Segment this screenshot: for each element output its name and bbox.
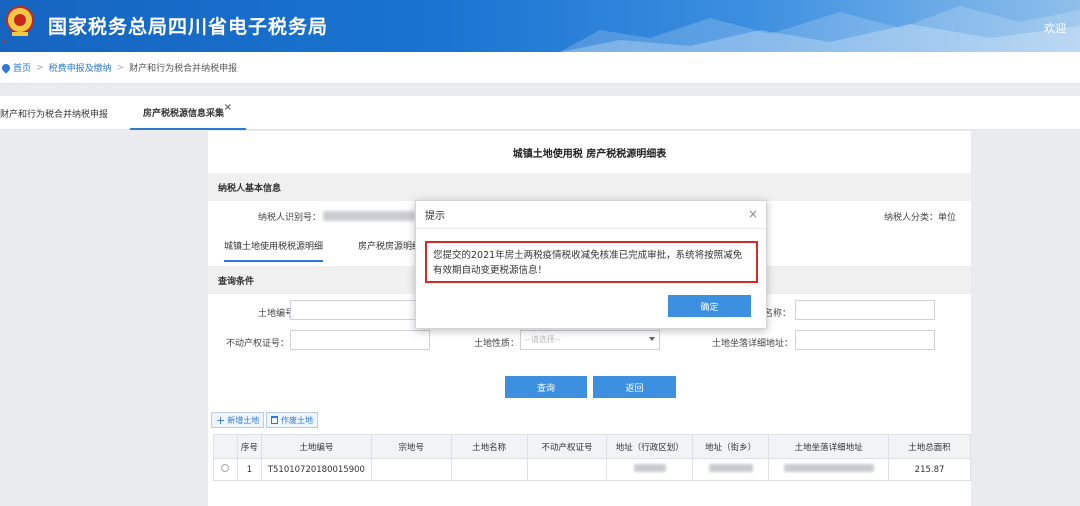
add-land-button[interactable]: + 新增土地 xyxy=(211,412,265,428)
table-header: 不动产权证号 xyxy=(526,434,608,459)
row-index: 1 xyxy=(236,458,262,481)
table-header: 土地坐落详细地址 xyxy=(768,434,890,459)
row-land-name xyxy=(450,458,528,481)
notice-dialog: 提示 × 您提交的2021年房土两税疫情税收减免核准已完成审批，系统将按照减免有… xyxy=(415,200,767,329)
site-title: 国家税务总局四川省电子税务局 xyxy=(48,16,329,38)
taxpayer-type-value: 单位 xyxy=(938,213,957,223)
land-nature-label: 土地性质： xyxy=(474,339,520,349)
close-icon[interactable]: × xyxy=(748,207,758,221)
land-name-input[interactable] xyxy=(795,300,935,320)
property-cert-input[interactable] xyxy=(290,330,430,350)
table-header-select xyxy=(213,434,238,459)
tab-label: 房产税税源信息采集 xyxy=(143,108,225,119)
add-land-label: 新增土地 xyxy=(227,415,260,425)
tab-property-tax-source[interactable]: 房产税税源信息采集 × xyxy=(130,96,246,130)
row-property-cert xyxy=(526,458,608,481)
table-header: 宗地号 xyxy=(370,434,452,459)
row-address xyxy=(768,458,890,481)
taxpayer-id-label: 纳税人识别号： xyxy=(258,213,322,223)
form-title: 城镇土地使用税 房产税税源明细表 xyxy=(512,149,667,160)
back-button[interactable]: 返回 xyxy=(593,376,676,398)
table-header: 土地总面积 xyxy=(888,434,971,459)
query-button[interactable]: 查询 xyxy=(505,376,587,398)
taxpayer-id-value xyxy=(323,211,415,221)
ok-button[interactable]: 确定 xyxy=(668,295,751,317)
table-header: 土地编号 xyxy=(260,434,372,459)
land-no-input[interactable] xyxy=(290,300,430,320)
row-select[interactable] xyxy=(213,458,238,481)
breadcrumb-current: 财产和行为税合并纳税申报 xyxy=(129,64,238,74)
taxpayer-type-label: 纳税人分类： xyxy=(884,213,939,223)
trash-icon xyxy=(271,416,278,424)
table-header: 地址（街乡） xyxy=(692,434,770,459)
radio-button[interactable] xyxy=(221,464,230,472)
tab-label: 财产和行为税合并纳税申报 xyxy=(0,109,109,120)
land-nature-select[interactable]: --请选择-- xyxy=(520,330,660,350)
land-nature-placeholder: --请选择-- xyxy=(525,335,561,344)
breadcrumb-tax-filing[interactable]: 税费申报及缴纳 xyxy=(49,61,112,74)
land-table: 序号 土地编号 宗地号 土地名称 不动产权证号 地址（行政区划） 地址（街乡） … xyxy=(213,434,971,481)
subtab-land-use-tax[interactable]: 城镇土地使用税税源明细 xyxy=(224,239,324,262)
logo-caption: ✦ xyxy=(2,38,8,46)
row-district xyxy=(606,458,694,481)
chevron-down-icon xyxy=(649,337,655,341)
tab-bar: 财产和行为税合并纳税申报 房产税税源信息采集 × xyxy=(0,96,1080,130)
breadcrumb-home[interactable]: 首页 xyxy=(13,61,31,74)
dialog-header: 提示 xyxy=(416,201,766,229)
table-header: 土地名称 xyxy=(450,434,528,459)
header-decoration xyxy=(560,6,1080,52)
land-address-input[interactable] xyxy=(795,330,935,350)
row-parcel-no xyxy=(370,458,452,481)
blurred-value xyxy=(633,464,666,472)
void-land-button[interactable]: 作废土地 xyxy=(266,412,318,428)
location-pin-icon xyxy=(0,61,12,74)
row-area: 215.87 xyxy=(888,458,971,481)
plus-icon: + xyxy=(216,413,226,427)
row-street xyxy=(692,458,770,481)
dialog-title: 提示 xyxy=(425,211,445,222)
tab-combined-filing[interactable]: 财产和行为税合并纳税申报 xyxy=(0,96,118,130)
property-cert-label: 不动产权证号： xyxy=(226,339,290,349)
table-header-row: 序号 土地编号 宗地号 土地名称 不动产权证号 地址（行政区划） 地址（街乡） … xyxy=(213,434,971,459)
breadcrumb-separator: > xyxy=(36,62,44,73)
table-row[interactable]: 1 T51010720180015900 215.87 xyxy=(213,458,971,481)
row-land-no: T51010720180015900 xyxy=(260,458,372,481)
blurred-value xyxy=(783,464,874,472)
taxpayer-section-header: 纳税人基本信息 xyxy=(208,173,971,201)
site-header: ✦ 国家税务总局四川省电子税务局 欢迎 xyxy=(0,0,1080,52)
breadcrumb: 首页 > 税费申报及缴纳 > 财产和行为税合并纳税申报 xyxy=(0,52,1080,84)
land-name-label: 名称： xyxy=(764,309,792,319)
void-land-label: 作废土地 xyxy=(281,415,313,425)
tax-emblem-icon xyxy=(6,6,34,36)
dialog-message: 您提交的2021年房土两税疫情税收减免核准已完成审批，系统将按照减免有效期自动变… xyxy=(425,241,758,283)
blurred-value xyxy=(708,464,753,472)
table-header: 序号 xyxy=(236,434,262,459)
breadcrumb-separator: > xyxy=(116,62,125,73)
subtab-property-tax[interactable]: 房产税房源明细 xyxy=(358,239,421,252)
welcome-text: 欢迎 xyxy=(1044,22,1066,35)
table-header: 地址（行政区划） xyxy=(606,434,694,459)
land-address-label: 土地坐落详细地址： xyxy=(712,339,794,349)
close-icon[interactable]: × xyxy=(224,102,232,113)
